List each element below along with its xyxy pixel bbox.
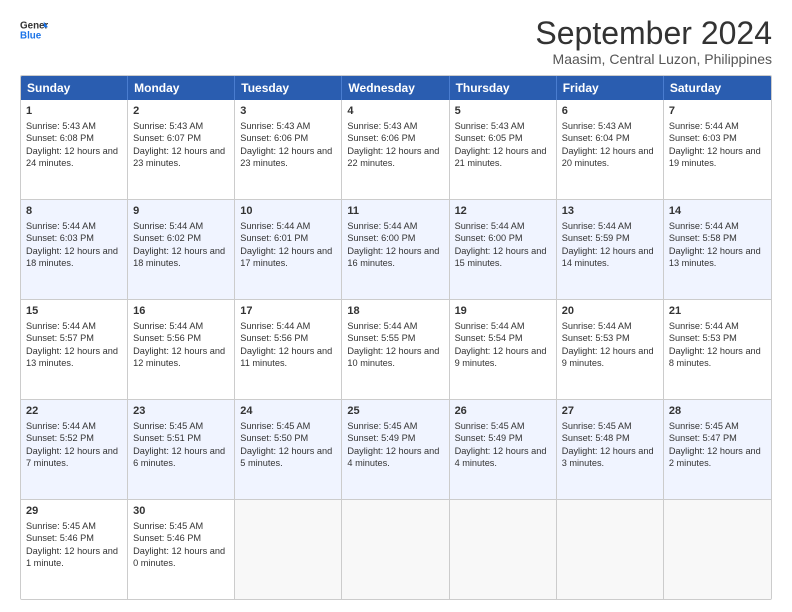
calendar: SundayMondayTuesdayWednesdayThursdayFrid…: [20, 75, 772, 600]
day-cell-1: 1Sunrise: 5:43 AMSunset: 6:08 PMDaylight…: [21, 100, 128, 199]
header-day-thursday: Thursday: [450, 76, 557, 100]
day-cell-3: 3Sunrise: 5:43 AMSunset: 6:06 PMDaylight…: [235, 100, 342, 199]
title-block: September 2024 Maasim, Central Luzon, Ph…: [535, 16, 772, 67]
day-cell-13: 13Sunrise: 5:44 AMSunset: 5:59 PMDayligh…: [557, 200, 664, 299]
logo: General Blue: [20, 16, 48, 44]
day-cell-15: 15Sunrise: 5:44 AMSunset: 5:57 PMDayligh…: [21, 300, 128, 399]
header-day-monday: Monday: [128, 76, 235, 100]
day-number: 26: [455, 404, 551, 419]
day-number: 12: [455, 204, 551, 219]
calendar-subtitle: Maasim, Central Luzon, Philippines: [535, 51, 772, 67]
day-cell-18: 18Sunrise: 5:44 AMSunset: 5:55 PMDayligh…: [342, 300, 449, 399]
day-cell-4: 4Sunrise: 5:43 AMSunset: 6:06 PMDaylight…: [342, 100, 449, 199]
day-cell-29: 29Sunrise: 5:45 AMSunset: 5:46 PMDayligh…: [21, 500, 128, 599]
day-number: 17: [240, 304, 336, 319]
day-cell-17: 17Sunrise: 5:44 AMSunset: 5:56 PMDayligh…: [235, 300, 342, 399]
day-cell-5: 5Sunrise: 5:43 AMSunset: 6:05 PMDaylight…: [450, 100, 557, 199]
day-number: 6: [562, 104, 658, 119]
day-number: 21: [669, 304, 766, 319]
day-number: 8: [26, 204, 122, 219]
day-cell-14: 14Sunrise: 5:44 AMSunset: 5:58 PMDayligh…: [664, 200, 771, 299]
day-number: 5: [455, 104, 551, 119]
calendar-row-5: 29Sunrise: 5:45 AMSunset: 5:46 PMDayligh…: [21, 500, 771, 599]
day-cell-8: 8Sunrise: 5:44 AMSunset: 6:03 PMDaylight…: [21, 200, 128, 299]
empty-cell: [557, 500, 664, 599]
day-cell-22: 22Sunrise: 5:44 AMSunset: 5:52 PMDayligh…: [21, 400, 128, 499]
header-day-saturday: Saturday: [664, 76, 771, 100]
day-number: 22: [26, 404, 122, 419]
day-cell-7: 7Sunrise: 5:44 AMSunset: 6:03 PMDaylight…: [664, 100, 771, 199]
empty-cell: [342, 500, 449, 599]
header: General Blue September 2024 Maasim, Cent…: [20, 16, 772, 67]
day-number: 1: [26, 104, 122, 119]
day-number: 11: [347, 204, 443, 219]
day-cell-20: 20Sunrise: 5:44 AMSunset: 5:53 PMDayligh…: [557, 300, 664, 399]
day-number: 10: [240, 204, 336, 219]
day-cell-12: 12Sunrise: 5:44 AMSunset: 6:00 PMDayligh…: [450, 200, 557, 299]
calendar-title: September 2024: [535, 16, 772, 51]
day-number: 14: [669, 204, 766, 219]
day-cell-6: 6Sunrise: 5:43 AMSunset: 6:04 PMDaylight…: [557, 100, 664, 199]
day-cell-30: 30Sunrise: 5:45 AMSunset: 5:46 PMDayligh…: [128, 500, 235, 599]
day-number: 9: [133, 204, 229, 219]
day-cell-23: 23Sunrise: 5:45 AMSunset: 5:51 PMDayligh…: [128, 400, 235, 499]
svg-text:Blue: Blue: [20, 30, 42, 41]
day-number: 30: [133, 504, 229, 519]
day-number: 24: [240, 404, 336, 419]
day-number: 15: [26, 304, 122, 319]
empty-cell: [450, 500, 557, 599]
day-number: 29: [26, 504, 122, 519]
day-number: 19: [455, 304, 551, 319]
day-number: 7: [669, 104, 766, 119]
empty-cell: [664, 500, 771, 599]
day-cell-26: 26Sunrise: 5:45 AMSunset: 5:49 PMDayligh…: [450, 400, 557, 499]
day-cell-28: 28Sunrise: 5:45 AMSunset: 5:47 PMDayligh…: [664, 400, 771, 499]
day-cell-9: 9Sunrise: 5:44 AMSunset: 6:02 PMDaylight…: [128, 200, 235, 299]
header-day-wednesday: Wednesday: [342, 76, 449, 100]
day-cell-27: 27Sunrise: 5:45 AMSunset: 5:48 PMDayligh…: [557, 400, 664, 499]
day-cell-19: 19Sunrise: 5:44 AMSunset: 5:54 PMDayligh…: [450, 300, 557, 399]
calendar-row-4: 22Sunrise: 5:44 AMSunset: 5:52 PMDayligh…: [21, 400, 771, 500]
day-cell-21: 21Sunrise: 5:44 AMSunset: 5:53 PMDayligh…: [664, 300, 771, 399]
day-cell-25: 25Sunrise: 5:45 AMSunset: 5:49 PMDayligh…: [342, 400, 449, 499]
day-number: 20: [562, 304, 658, 319]
calendar-header: SundayMondayTuesdayWednesdayThursdayFrid…: [21, 76, 771, 100]
day-number: 27: [562, 404, 658, 419]
calendar-row-2: 8Sunrise: 5:44 AMSunset: 6:03 PMDaylight…: [21, 200, 771, 300]
calendar-body: 1Sunrise: 5:43 AMSunset: 6:08 PMDaylight…: [21, 100, 771, 599]
header-day-sunday: Sunday: [21, 76, 128, 100]
day-number: 2: [133, 104, 229, 119]
day-cell-24: 24Sunrise: 5:45 AMSunset: 5:50 PMDayligh…: [235, 400, 342, 499]
day-number: 4: [347, 104, 443, 119]
header-day-tuesday: Tuesday: [235, 76, 342, 100]
page: General Blue September 2024 Maasim, Cent…: [0, 0, 792, 612]
logo-icon: General Blue: [20, 16, 48, 44]
day-cell-16: 16Sunrise: 5:44 AMSunset: 5:56 PMDayligh…: [128, 300, 235, 399]
day-cell-2: 2Sunrise: 5:43 AMSunset: 6:07 PMDaylight…: [128, 100, 235, 199]
calendar-row-1: 1Sunrise: 5:43 AMSunset: 6:08 PMDaylight…: [21, 100, 771, 200]
day-number: 18: [347, 304, 443, 319]
day-number: 28: [669, 404, 766, 419]
day-number: 23: [133, 404, 229, 419]
day-cell-11: 11Sunrise: 5:44 AMSunset: 6:00 PMDayligh…: [342, 200, 449, 299]
calendar-row-3: 15Sunrise: 5:44 AMSunset: 5:57 PMDayligh…: [21, 300, 771, 400]
day-number: 3: [240, 104, 336, 119]
day-number: 16: [133, 304, 229, 319]
day-number: 13: [562, 204, 658, 219]
day-number: 25: [347, 404, 443, 419]
day-cell-10: 10Sunrise: 5:44 AMSunset: 6:01 PMDayligh…: [235, 200, 342, 299]
empty-cell: [235, 500, 342, 599]
header-day-friday: Friday: [557, 76, 664, 100]
